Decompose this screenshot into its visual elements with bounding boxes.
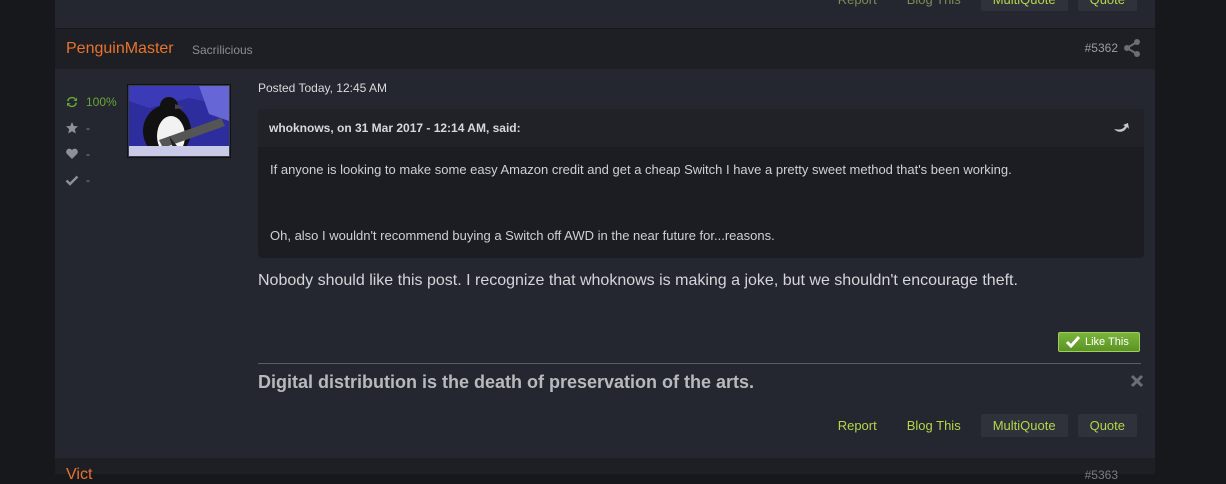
like-button-label: Like This [1085, 336, 1129, 348]
author-stats: 100% - - - [65, 89, 117, 193]
next-post-header: Vict #5363 [55, 458, 1155, 483]
author-rank: Sacrilicious [192, 43, 253, 57]
quote-block: whoknows, on 31 Mar 2017 - 12:14 AM, sai… [258, 109, 1144, 258]
like-stat: - [65, 141, 117, 167]
post-actions: Report Blog This MultiQuote Quote [828, 414, 1137, 437]
like-button[interactable]: Like This [1058, 332, 1140, 352]
blog-this-button[interactable]: Blog This [897, 0, 971, 11]
blog-this-button[interactable]: Blog This [897, 414, 971, 437]
quote-citation: whoknows, on 31 Mar 2017 - 12:14 AM, sai… [269, 121, 521, 135]
multiquote-button[interactable]: MultiQuote [980, 414, 1068, 437]
post-body: 100% - - - Posted Today, 12:45 AM whokno… [55, 69, 1155, 458]
like-value: - [86, 147, 90, 161]
reputation-value: 100% [86, 95, 117, 109]
star-value: - [86, 121, 90, 135]
report-button[interactable]: Report [828, 0, 887, 11]
avatar[interactable] [128, 85, 230, 157]
multiquote-button[interactable]: MultiQuote [980, 0, 1068, 11]
post-number[interactable]: #5363 [1085, 468, 1118, 482]
quote-button[interactable]: Quote [1077, 0, 1137, 11]
posted-date: Posted Today, 12:45 AM [258, 81, 387, 95]
quote-paragraph: If anyone is looking to make some easy A… [270, 162, 1012, 177]
heart-icon [66, 148, 78, 159]
post-number[interactable]: #5362 [1085, 41, 1118, 55]
quote-header: whoknows, on 31 Mar 2017 - 12:14 AM, sai… [258, 109, 1144, 147]
post-content: Nobody should like this post. I recogniz… [258, 272, 1018, 289]
star-icon [66, 122, 78, 134]
star-stat: - [65, 115, 117, 141]
check-icon [65, 175, 79, 186]
previous-post-footer: Report Blog This MultiQuote Quote [55, 0, 1155, 28]
check-stat: - [65, 167, 117, 193]
reputation-stat: 100% [65, 89, 117, 115]
report-button[interactable]: Report [828, 414, 887, 437]
signature: Digital distribution is the death of pre… [258, 372, 755, 392]
author-name[interactable]: PenguinMaster [66, 40, 174, 58]
close-icon[interactable] [1130, 374, 1144, 388]
quote-button[interactable]: Quote [1077, 414, 1137, 437]
author-name[interactable]: Vict [66, 466, 92, 484]
quote-paragraph: Oh, also I wouldn't recommend buying a S… [270, 228, 775, 243]
share-icon[interactable] [1122, 38, 1142, 58]
signature-divider [258, 363, 1141, 364]
check-icon [1065, 336, 1081, 349]
quote-jump-icon[interactable] [1112, 121, 1130, 135]
post-header: PenguinMaster Sacrilicious #5362 [55, 29, 1155, 69]
check-value: - [86, 173, 90, 187]
reputation-icon [67, 96, 77, 108]
